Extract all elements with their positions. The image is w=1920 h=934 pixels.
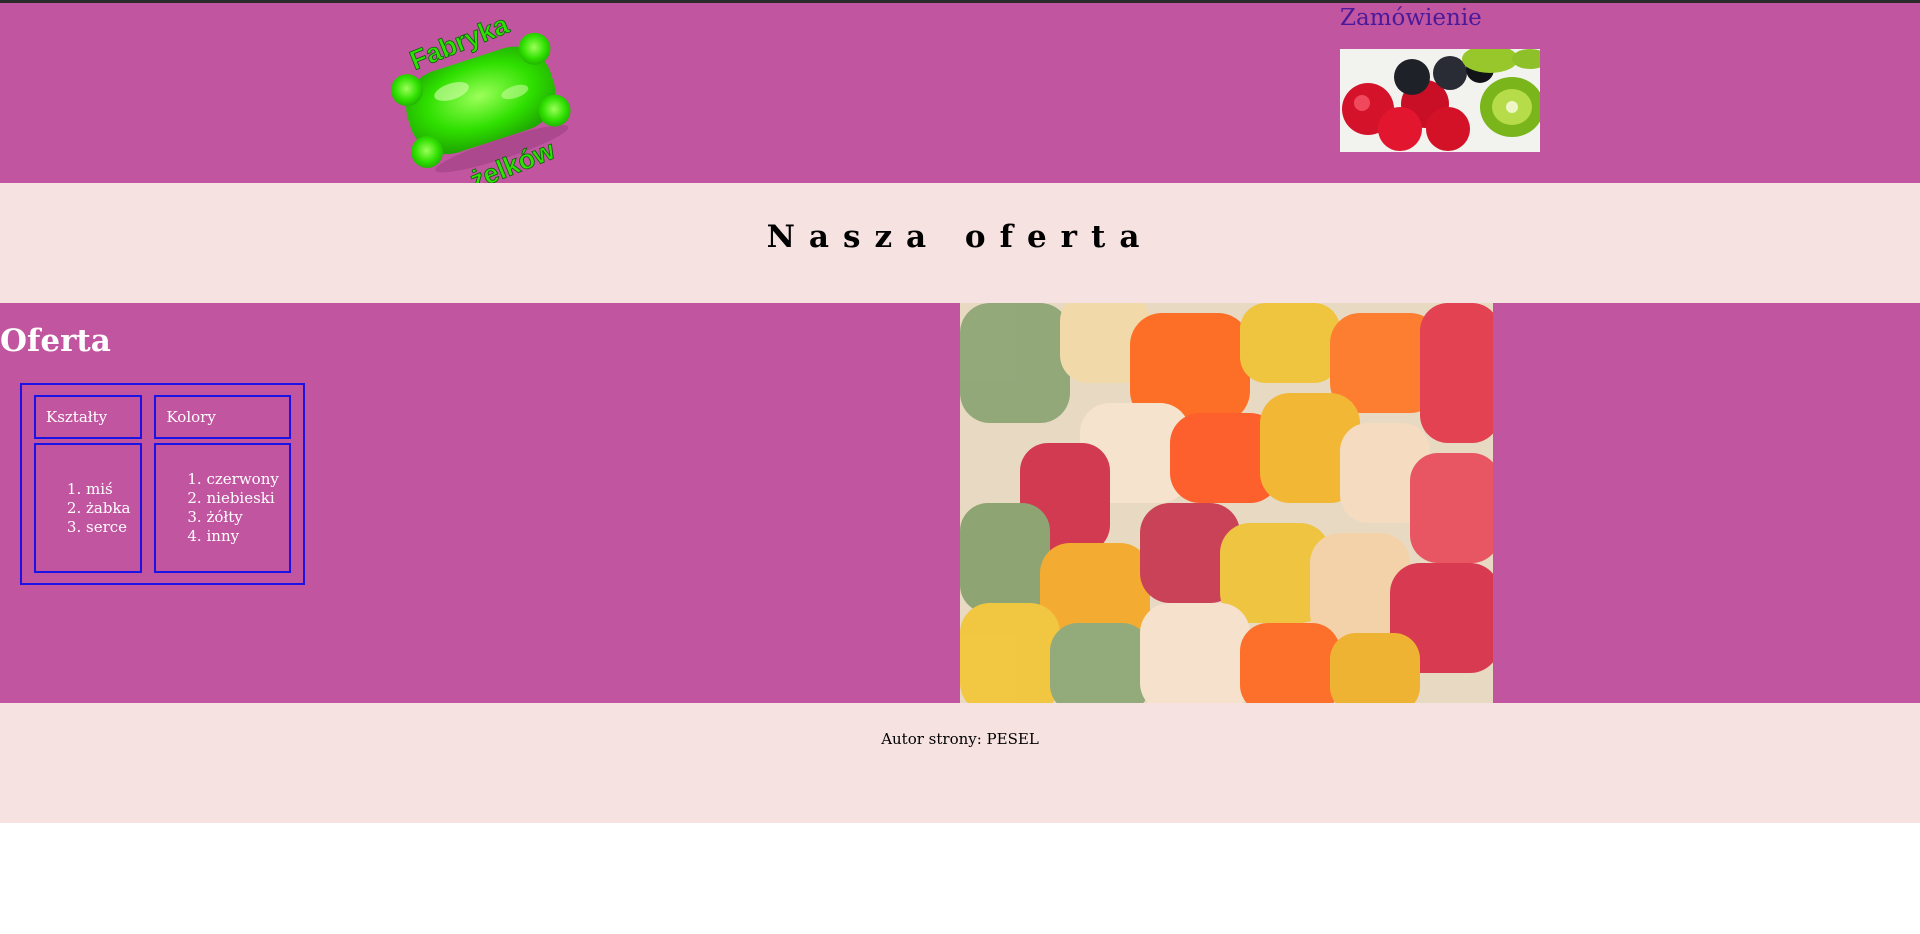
- gummy-candies-photo: [960, 293, 1500, 713]
- site-footer: Autor strony: PESEL: [0, 703, 1920, 823]
- list-item: żabka: [86, 499, 130, 518]
- table-spacer: [34, 573, 291, 583]
- table-spacer: [34, 385, 291, 395]
- colors-list: czerwony niebieski żółty inny: [166, 470, 278, 546]
- site-header: Fabryka żelków Zamówienie: [0, 3, 1920, 183]
- shapes-list: miś żabka serce: [46, 480, 130, 537]
- logo: Fabryka żelków: [375, 3, 585, 183]
- shapes-cell: miś żabka serce: [34, 443, 143, 573]
- order-candy-image[interactable]: [1340, 45, 1548, 152]
- header-colors: Kolory: [154, 395, 291, 439]
- gummy-candies-icon: [960, 293, 1500, 713]
- section-title: Oferta: [0, 323, 111, 359]
- list-item: serce: [86, 518, 130, 537]
- list-item: miś: [86, 480, 130, 499]
- table-row: miś żabka serce czerwony niebieski żółty…: [34, 443, 291, 573]
- header-shapes: Kształty: [34, 395, 143, 439]
- gummy-bear-logo-icon: Fabryka żelków: [391, 8, 571, 183]
- table-header-row: Kształty Kolory: [34, 395, 291, 439]
- list-item: żółty: [206, 508, 278, 527]
- order-link[interactable]: Zamówienie: [1340, 5, 1482, 31]
- list-item: niebieski: [206, 489, 278, 508]
- colors-cell: czerwony niebieski żółty inny: [154, 443, 291, 573]
- offer-banner: Nasza oferta: [0, 183, 1920, 303]
- footer-author: Autor strony: PESEL: [881, 730, 1039, 748]
- list-item: czerwony: [206, 470, 278, 489]
- fruit-jellies-icon: [1340, 45, 1548, 152]
- offer-table: Kształty Kolory miś żabka serce czerwony…: [20, 383, 305, 585]
- list-item: inny: [206, 527, 278, 546]
- main-section: Oferta Kształty Kolory miś żabka serce c…: [0, 293, 1920, 713]
- banner-title: Nasza oferta: [766, 219, 1154, 255]
